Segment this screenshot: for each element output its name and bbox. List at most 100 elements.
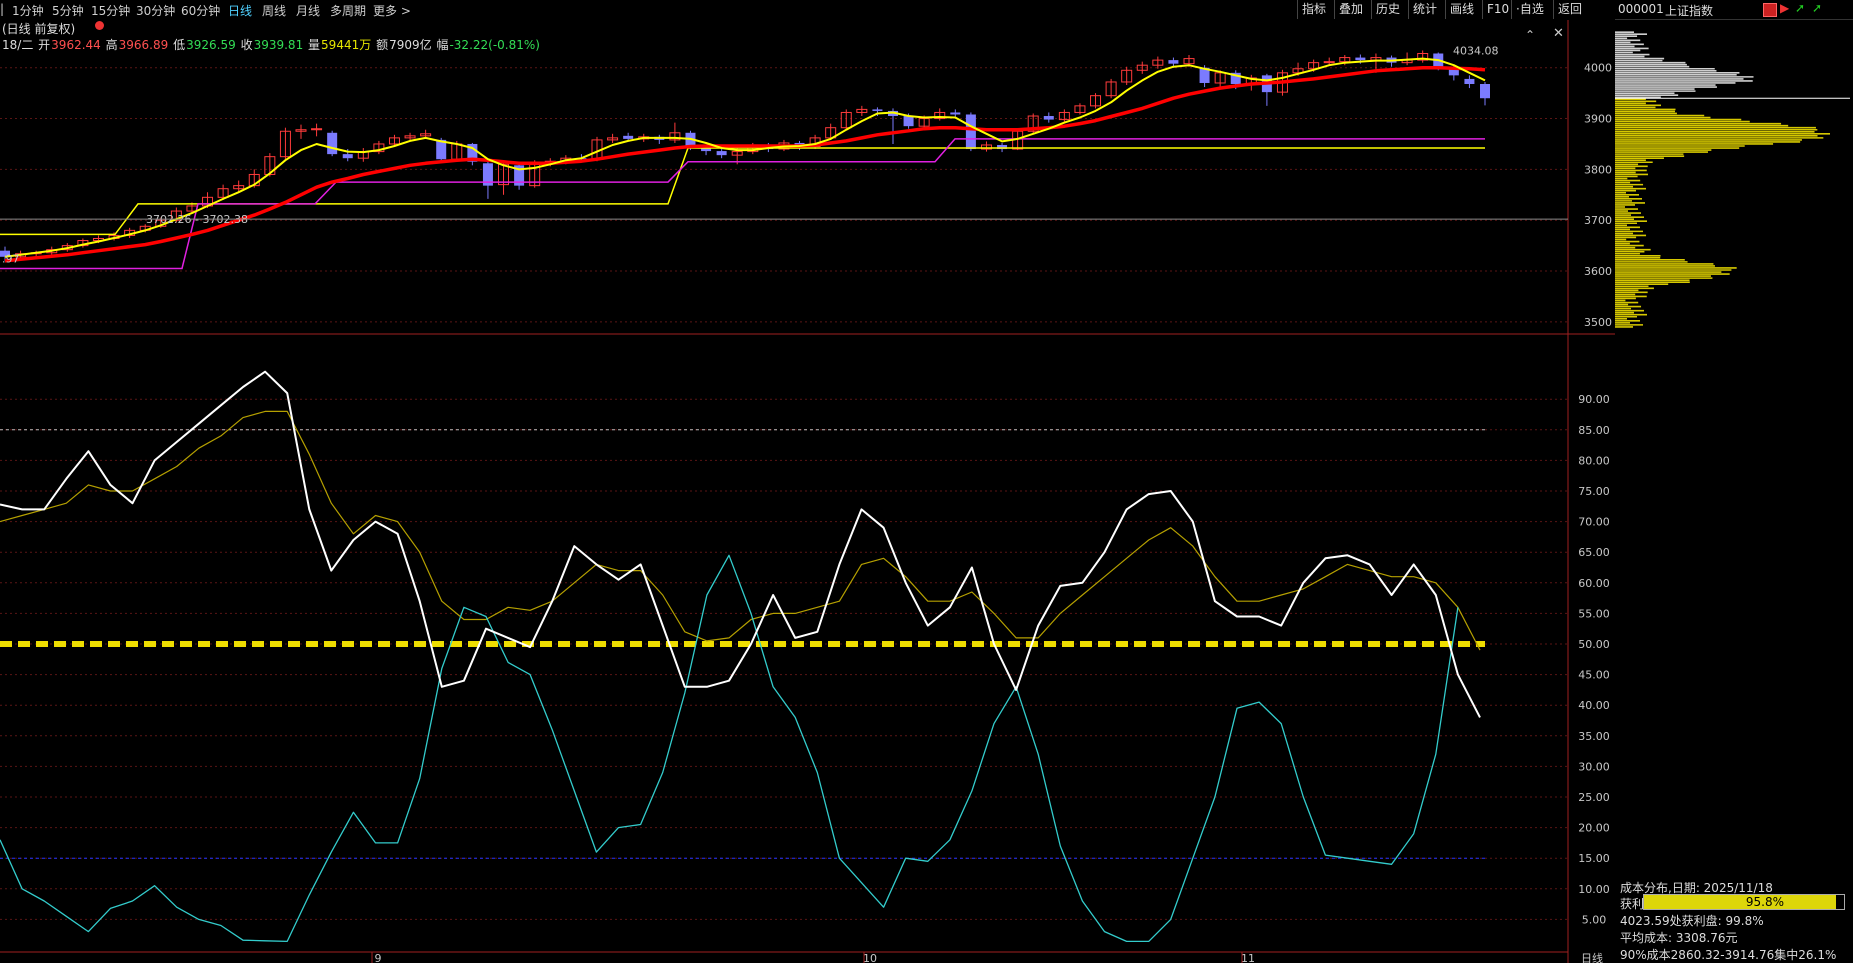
timeframe-toolbar: | 1分钟 5分钟 15分钟 30分钟 60分钟 日线 周线 月线 多周期 更多… xyxy=(0,0,1615,20)
osc-tick-label: 35.00 xyxy=(1578,730,1610,743)
info-change-label: 幅 xyxy=(436,38,449,52)
btn-watchlist[interactable]: ·自选 xyxy=(1511,0,1548,19)
btn-stats[interactable]: 统计 xyxy=(1408,0,1441,19)
osc-tick-label: 75.00 xyxy=(1578,485,1610,498)
osc-tick-label: 45.00 xyxy=(1578,669,1610,682)
price-tick-label: 3700 xyxy=(1584,214,1612,227)
btn-f10[interactable]: F10 xyxy=(1482,0,1513,19)
price-tick-label: 3900 xyxy=(1584,113,1612,126)
candle-body xyxy=(1043,116,1054,120)
tf-more[interactable]: 更多 > xyxy=(373,2,411,19)
tf-daily[interactable]: 日线 xyxy=(228,2,252,19)
info-amount-label: 额 xyxy=(376,38,389,52)
osc-tick-label: 10.00 xyxy=(1578,883,1610,896)
record-dot-icon xyxy=(95,21,104,30)
info-high: 3966.89 xyxy=(118,38,169,52)
price-marks: 4034.083702.26 - 3702.38.97 xyxy=(0,44,1568,270)
candle-body xyxy=(950,112,961,115)
tf-5min[interactable]: 5分钟 xyxy=(52,2,84,19)
osc-tick-label: 5.00 xyxy=(1582,913,1607,926)
price-tick-label: 3800 xyxy=(1584,163,1612,176)
candle-body xyxy=(872,109,883,111)
candle-body xyxy=(1355,57,1366,61)
tf-15min[interactable]: 15分钟 xyxy=(91,2,130,19)
osc-d-line xyxy=(0,410,1481,651)
btn-history[interactable]: 历史 xyxy=(1371,0,1404,19)
ohlc-info-line: 18/二 开3962.44 高3966.89 低3926.59 收3939.81… xyxy=(2,36,541,53)
osc-tick-label: 65.00 xyxy=(1578,546,1610,559)
btn-draw[interactable]: 画线 xyxy=(1445,0,1478,19)
oscillator-grid xyxy=(0,398,1568,920)
info-date: 18/二 xyxy=(2,38,34,52)
btn-back[interactable]: 返回 xyxy=(1553,0,1586,19)
info-low: 3926.59 xyxy=(186,38,236,52)
osc-j-line xyxy=(0,554,1459,943)
profit-ratio-value: 95.8% xyxy=(1745,895,1784,909)
cost-line-3: 4023.59处获利盘: 99.8% xyxy=(1620,914,1764,928)
info-open-label: 开 xyxy=(38,38,51,52)
candle-body xyxy=(1464,78,1475,84)
osc-tick-label: 40.00 xyxy=(1578,699,1610,712)
ma-long-line xyxy=(4,65,1486,263)
osc-tick-label: 25.00 xyxy=(1578,791,1610,804)
high-mark-label: 4034.08 xyxy=(1453,44,1499,57)
price-tick-label: 4000 xyxy=(1584,62,1612,75)
candle-body xyxy=(716,151,727,156)
month-label: 9 xyxy=(375,952,382,963)
price-tick-label: 3500 xyxy=(1584,316,1612,329)
chart-title: (日线 前复权) xyxy=(2,22,76,36)
info-open: 3962.44 xyxy=(51,38,101,52)
profit-ratio-bar: 95.8% xyxy=(1643,894,1845,910)
osc-tick-label: 90.00 xyxy=(1578,393,1610,406)
collapse-up-icon[interactable]: ⌃ xyxy=(1525,28,1535,42)
candle-body xyxy=(1168,60,1179,64)
cost-distribution-chart xyxy=(1615,31,1850,328)
osc-tick-label: 60.00 xyxy=(1578,577,1610,590)
cost-line-4: 平均成本: 3308.76元 xyxy=(1620,931,1738,945)
support-line-magenta xyxy=(0,138,1485,270)
info-amount: 7909亿 xyxy=(389,38,432,52)
tf-multi[interactable]: 多周期 xyxy=(330,2,366,19)
tf-prefix: | xyxy=(0,2,5,16)
tf-monthly[interactable]: 月线 xyxy=(296,2,320,19)
info-close-label: 收 xyxy=(240,38,253,52)
candle-body xyxy=(327,132,338,155)
info-change: -32.22(-0.81%) xyxy=(449,38,540,52)
info-volume-label: 量 xyxy=(308,38,321,52)
osc-tick-label: 80.00 xyxy=(1578,454,1610,467)
side-panel: 000001 上证指数 ▶ ➚ ➚ 成本分布,日期: 2025/11/18 获利… xyxy=(1615,0,1853,963)
osc-tick-label: 55.00 xyxy=(1578,607,1610,620)
osc-tick-label: 70.00 xyxy=(1578,516,1610,529)
chart-canvas[interactable]: 4034.083702.26 - 3702.38.97 4000 3900 3800… xyxy=(0,0,1615,963)
month-label: 10 xyxy=(863,952,877,963)
osc-tick-label: 15.00 xyxy=(1578,852,1610,865)
info-close: 3939.81 xyxy=(253,38,304,52)
osc-tick-label: 85.00 xyxy=(1578,424,1610,437)
chevron-right-icon: > xyxy=(400,4,411,18)
period-label: 日线 xyxy=(1581,951,1603,963)
tf-weekly[interactable]: 周线 xyxy=(262,2,286,19)
cost-line-5: 90%成本2860.32-3914.76集中26.1% xyxy=(1620,948,1837,962)
info-high-label: 高 xyxy=(105,38,118,52)
candle-body xyxy=(623,135,634,139)
candle-body xyxy=(903,116,914,127)
osc-tick-label: 20.00 xyxy=(1578,822,1610,835)
btn-overlay[interactable]: 叠加 xyxy=(1334,0,1367,19)
osc-tick-label: 30.00 xyxy=(1578,760,1610,773)
candle-body xyxy=(342,154,353,159)
osc-tick-label: 50.00 xyxy=(1578,638,1610,651)
btn-indicator[interactable]: 指标 xyxy=(1297,0,1330,19)
tf-more-label: 更多 xyxy=(373,4,398,18)
price-tick-label: 3600 xyxy=(1584,265,1612,278)
month-label: 11 xyxy=(1241,952,1255,963)
profit-ratio-fill xyxy=(1644,895,1836,909)
info-volume: 59441万 xyxy=(321,38,372,52)
tf-30min[interactable]: 30分钟 xyxy=(136,2,175,19)
oscillator-marks xyxy=(0,370,1481,943)
candle-body xyxy=(1480,84,1490,99)
tf-60min[interactable]: 60分钟 xyxy=(181,2,220,19)
close-icon[interactable]: ✕ xyxy=(1553,26,1564,41)
info-low-label: 低 xyxy=(173,38,186,52)
tf-1min[interactable]: 1分钟 xyxy=(12,2,44,19)
osc-k-line xyxy=(0,370,1481,718)
